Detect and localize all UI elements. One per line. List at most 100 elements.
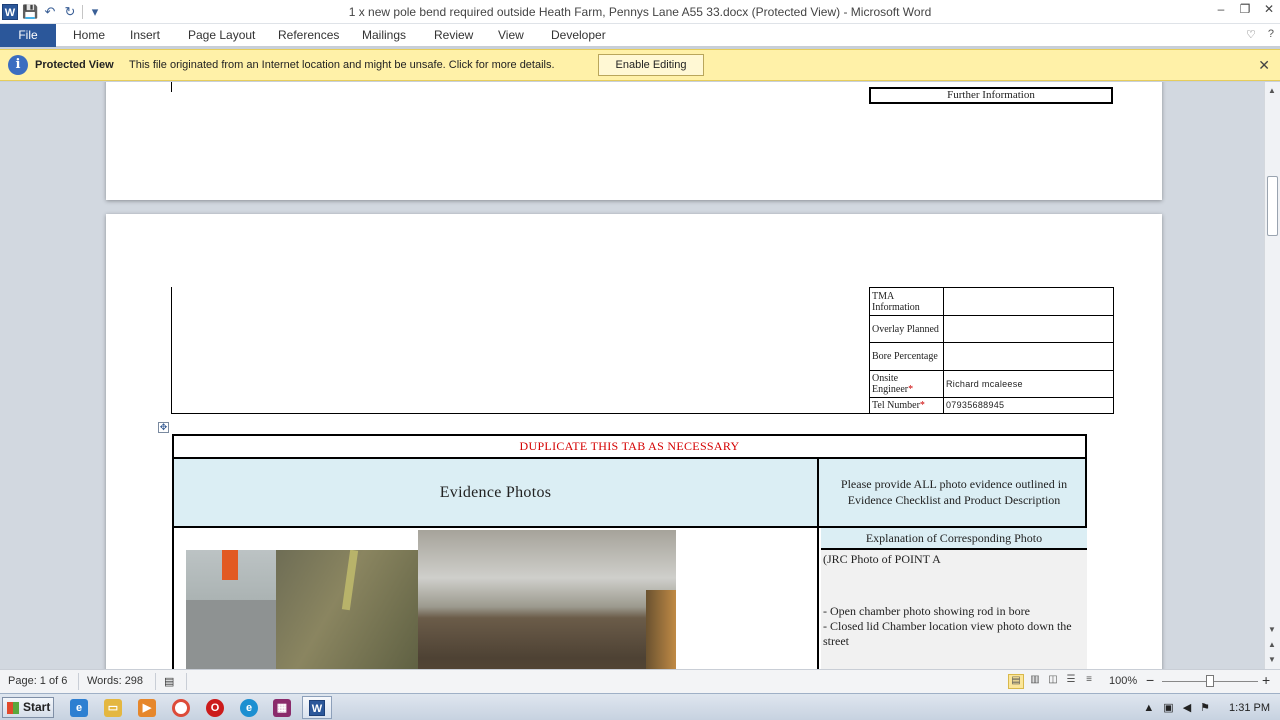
word-count[interactable]: Words: 298 <box>87 675 143 687</box>
tab-home[interactable]: Home <box>73 24 105 47</box>
word-task-icon: W <box>309 700 325 716</box>
enable-editing-button[interactable]: Enable Editing <box>598 54 704 76</box>
vertical-scrollbar[interactable]: ▲ ▼ ▲ ▼ <box>1264 82 1280 669</box>
required-asterisk: * <box>919 400 925 411</box>
excavation-photo[interactable] <box>418 530 676 669</box>
system-tray: ▲ ▣ ◀ ⚑ 1:31 PM <box>1143 694 1280 720</box>
protected-view-title: Protected View <box>35 59 114 71</box>
action-center-flag-icon[interactable]: ⚑ <box>1200 701 1210 714</box>
previous-page-icon[interactable]: ▲ <box>1268 640 1276 649</box>
table-row: Overlay Planned <box>869 315 1114 343</box>
tab-mailings[interactable]: Mailings <box>362 24 406 47</box>
bore-percentage-label: Bore Percentage <box>869 342 944 371</box>
explanation-line: - Open chamber photo showing rod in bore <box>823 604 1030 618</box>
page-2: TMA Information Overlay Planned Bore Per… <box>106 214 1162 669</box>
overlay-planned-value[interactable] <box>943 315 1114 343</box>
chrome-icon[interactable] <box>172 699 190 717</box>
required-asterisk: * <box>908 384 914 395</box>
onsite-engineer-value[interactable]: Richard mcaleese <box>943 370 1114 398</box>
web-layout-icon[interactable]: ◫ <box>1045 674 1061 689</box>
table-row: TMA Information <box>869 287 1114 316</box>
tab-view[interactable]: View <box>498 24 524 47</box>
info-icon: i <box>8 55 28 75</box>
tel-number-value[interactable]: 07935688945 <box>943 397 1114 414</box>
evidence-table: DUPLICATE THIS TAB AS NECESSARY Evidence… <box>172 434 1087 669</box>
start-button[interactable]: Start <box>2 697 54 718</box>
tma-information-value[interactable] <box>943 287 1114 316</box>
tab-developer[interactable]: Developer <box>551 24 606 47</box>
restore-button[interactable]: ❐ <box>1238 2 1252 16</box>
zoom-level[interactable]: 100% <box>1109 675 1137 687</box>
page-1: Further Information <box>106 82 1162 200</box>
evidence-photos-title: Evidence Photos <box>174 459 819 526</box>
table-move-handle-icon[interactable]: ✥ <box>158 422 169 433</box>
edge-icon[interactable]: e <box>240 699 258 717</box>
full-screen-reading-icon[interactable]: ▥ <box>1027 674 1043 689</box>
winrar-icon[interactable]: ▦ <box>273 699 291 717</box>
evidence-header-row: Evidence Photos Please provide ALL photo… <box>174 459 1085 528</box>
close-window-button[interactable]: ✕ <box>1262 2 1276 16</box>
close-bar-icon[interactable]: ✕ <box>1258 57 1270 74</box>
worker-shape <box>222 550 238 580</box>
next-page-icon[interactable]: ▼ <box>1268 655 1276 664</box>
table-row: Onsite Engineer* Richard mcaleese <box>869 370 1114 398</box>
minimize-ribbon-icon[interactable]: ♡ <box>1246 28 1256 41</box>
tab-references[interactable]: References <box>278 24 339 47</box>
scroll-thumb[interactable] <box>1267 176 1278 236</box>
protected-view-message[interactable]: This file originated from an Internet lo… <box>129 59 555 71</box>
protected-view-bar: i Protected View This file originated fr… <box>0 49 1280 81</box>
help-icon[interactable]: ? <box>1268 28 1274 41</box>
tab-file[interactable]: File <box>0 24 56 47</box>
proofing-icon[interactable]: ▤ <box>164 675 174 688</box>
status-bar: Page: 1 of 6 Words: 298 ▤ ▤ ▥ ◫ ☰ ≡ 100%… <box>0 669 1280 693</box>
media-player-icon[interactable]: ▶ <box>138 699 156 717</box>
scroll-up-icon[interactable]: ▲ <box>1268 86 1276 95</box>
photos-cell <box>174 528 819 669</box>
document-area: Further Information TMA Information Over… <box>0 82 1264 669</box>
title-bar: W 💾 ↶ ↻ ▾ 1 x new pole bend required out… <box>0 0 1280 24</box>
explanation-body[interactable]: (JRC Photo of POINT A - Open chamber pho… <box>821 550 1087 669</box>
page-count[interactable]: Page: 1 of 6 <box>8 675 67 687</box>
explanation-line: (JRC Photo of POINT A <box>823 552 941 566</box>
network-icon[interactable]: ▣ <box>1163 701 1173 714</box>
zoom-in-icon[interactable]: + <box>1262 672 1270 688</box>
tab-insert[interactable]: Insert <box>130 24 160 47</box>
opera-icon[interactable]: O <box>206 699 224 717</box>
internet-explorer-icon[interactable]: e <box>70 699 88 717</box>
print-layout-view-icon[interactable]: ▤ <box>1008 674 1024 689</box>
zoom-slider-knob[interactable] <box>1206 675 1214 687</box>
minimize-button[interactable]: – <box>1214 2 1228 16</box>
tab-review[interactable]: Review <box>434 24 473 47</box>
show-hidden-icons-icon[interactable]: ▲ <box>1143 702 1154 714</box>
windows-logo-icon <box>7 702 19 714</box>
status-separator <box>78 673 79 690</box>
outer-table-left-border <box>171 287 172 414</box>
window-controls: – ❐ ✕ <box>1214 2 1276 16</box>
roadside-pole-photo[interactable] <box>186 550 418 669</box>
outline-view-icon[interactable]: ☰ <box>1063 674 1079 689</box>
file-explorer-icon[interactable]: ▭ <box>104 699 122 717</box>
tel-number-label-cell: Tel Number* <box>869 397 944 414</box>
explanation-line: - Closed lid Chamber location view photo… <box>823 619 1072 648</box>
explanation-header: Explanation of Corresponding Photo <box>821 528 1087 550</box>
start-label: Start <box>23 700 51 714</box>
further-information-cell: Further Information <box>869 87 1113 104</box>
soil-edge-shape <box>646 590 676 669</box>
bore-percentage-value[interactable] <box>943 342 1114 371</box>
draft-view-icon[interactable]: ≡ <box>1081 674 1097 689</box>
road-shape <box>186 600 281 669</box>
tab-page-layout[interactable]: Page Layout <box>188 24 255 47</box>
word-taskbar-button[interactable]: W <box>302 696 332 719</box>
status-separator <box>186 673 187 690</box>
evidence-photo-row: Explanation of Corresponding Photo (JRC … <box>174 528 1087 669</box>
ribbon-right-controls: ♡ ? <box>1246 28 1274 41</box>
volume-icon[interactable]: ◀ <box>1183 701 1191 714</box>
table-row: Bore Percentage <box>869 342 1114 371</box>
taskbar: Start e ▭ ▶ O e ▦ W ▲ ▣ ◀ ⚑ 1:31 PM <box>0 693 1280 720</box>
scroll-down-icon[interactable]: ▼ <box>1268 625 1276 634</box>
explanation-spacer <box>823 567 1085 604</box>
tel-number-label: Tel Number <box>872 400 920 411</box>
zoom-out-icon[interactable]: − <box>1146 672 1154 688</box>
clock[interactable]: 1:31 PM <box>1229 702 1270 714</box>
status-separator <box>155 673 156 690</box>
